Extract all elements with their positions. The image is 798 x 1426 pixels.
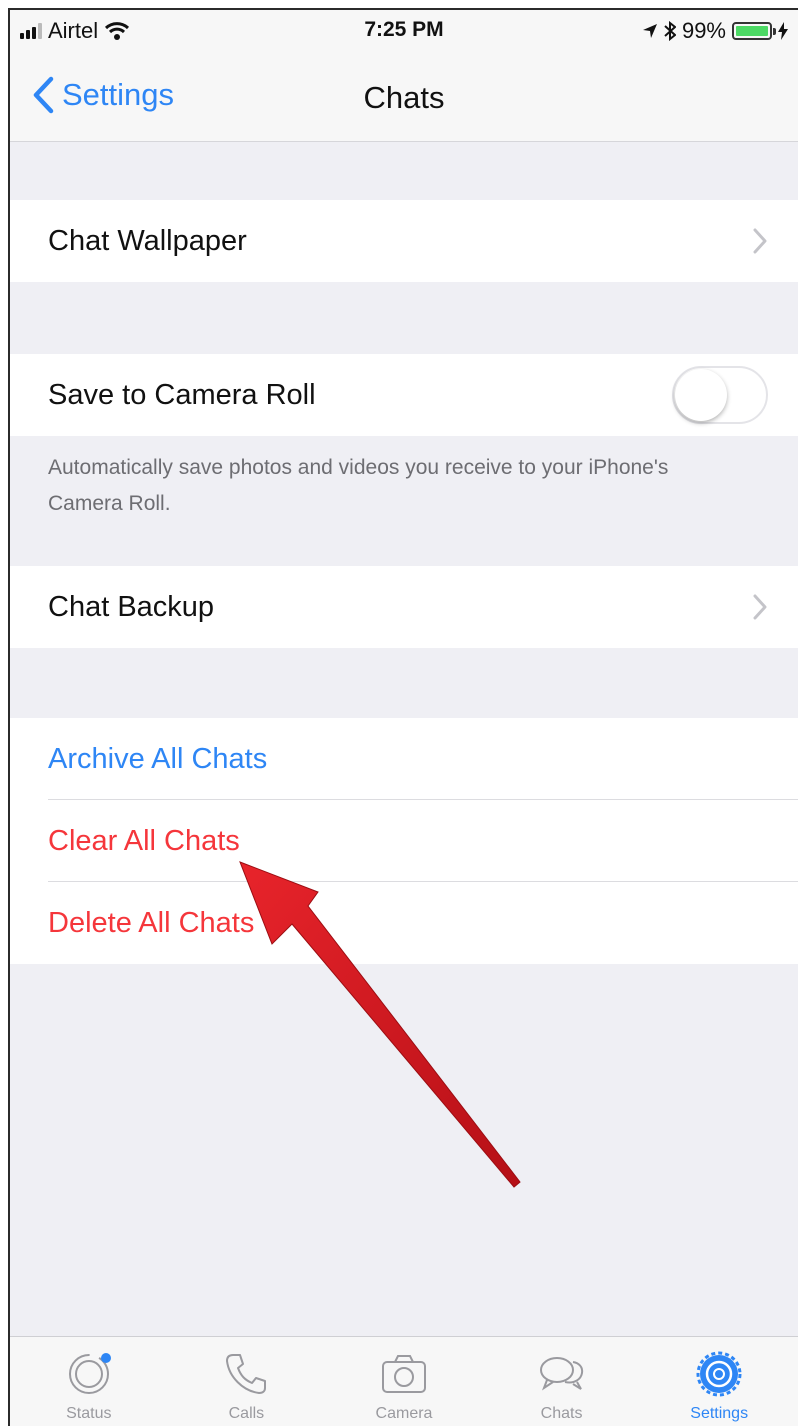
tab-calls-label: Calls [228, 1405, 265, 1422]
save-camera-roll-label: Save to Camera Roll [48, 378, 316, 411]
chat-wallpaper-label: Chat Wallpaper [48, 224, 247, 257]
save-camera-roll-row: Save to Camera Roll [10, 354, 798, 436]
gear-icon [696, 1351, 742, 1397]
bluetooth-icon [664, 21, 676, 41]
tab-settings-label: Settings [690, 1405, 749, 1422]
chat-actions-section: Archive All Chats Clear All Chats Delete… [10, 718, 798, 964]
battery-icon [732, 22, 776, 40]
status-bar: Airtel 7:25 PM 99% [10, 10, 798, 54]
status-icon [68, 1353, 111, 1394]
backup-section: Chat Backup [10, 566, 798, 648]
phone-screen: Airtel 7:25 PM 99% Settings Chats Chat W… [8, 8, 798, 1426]
location-arrow-icon [642, 24, 657, 38]
tab-camera-label: Camera [375, 1405, 433, 1422]
tab-status-label: Status [66, 1405, 112, 1422]
charging-bolt-icon [778, 22, 788, 40]
tab-bar: Status Calls Camera Chats Settings [10, 1336, 798, 1426]
tab-chats[interactable]: Chats [483, 1337, 641, 1426]
chat-wallpaper-row[interactable]: Chat Wallpaper [10, 200, 798, 282]
tab-settings[interactable]: Settings [640, 1337, 798, 1426]
save-camera-roll-toggle[interactable] [672, 366, 768, 424]
phone-icon [226, 1354, 267, 1394]
battery-percent: 99% [681, 18, 726, 43]
tab-status[interactable]: Status [10, 1337, 168, 1426]
clear-all-chats-label: Clear All Chats [48, 824, 240, 857]
camera-roll-footnote: Automatically save photos and videos you… [48, 456, 669, 515]
archive-all-chats-label: Archive All Chats [48, 742, 268, 775]
page-title: Chats [363, 80, 445, 115]
toggle-knob [675, 369, 727, 421]
clear-all-chats-button[interactable]: Clear All Chats [10, 800, 798, 882]
wallpaper-section: Chat Wallpaper [10, 200, 798, 282]
camera-roll-section: Save to Camera Roll [10, 354, 798, 436]
chat-bubbles-icon [539, 1357, 583, 1391]
chat-backup-row[interactable]: Chat Backup [10, 566, 798, 648]
archive-all-chats-button[interactable]: Archive All Chats [10, 718, 798, 800]
delete-all-chats-button[interactable]: Delete All Chats [10, 882, 798, 964]
chat-backup-label: Chat Backup [48, 590, 215, 623]
delete-all-chats-label: Delete All Chats [48, 906, 255, 939]
tab-calls[interactable]: Calls [168, 1337, 326, 1426]
status-right: 99% [642, 18, 788, 44]
navigation-bar: Settings Chats [10, 54, 798, 142]
chevron-right-icon [753, 594, 767, 620]
tab-camera[interactable]: Camera [325, 1337, 483, 1426]
tab-chats-label: Chats [540, 1405, 583, 1422]
camera-icon [381, 1355, 426, 1393]
chevron-right-icon [753, 228, 767, 254]
